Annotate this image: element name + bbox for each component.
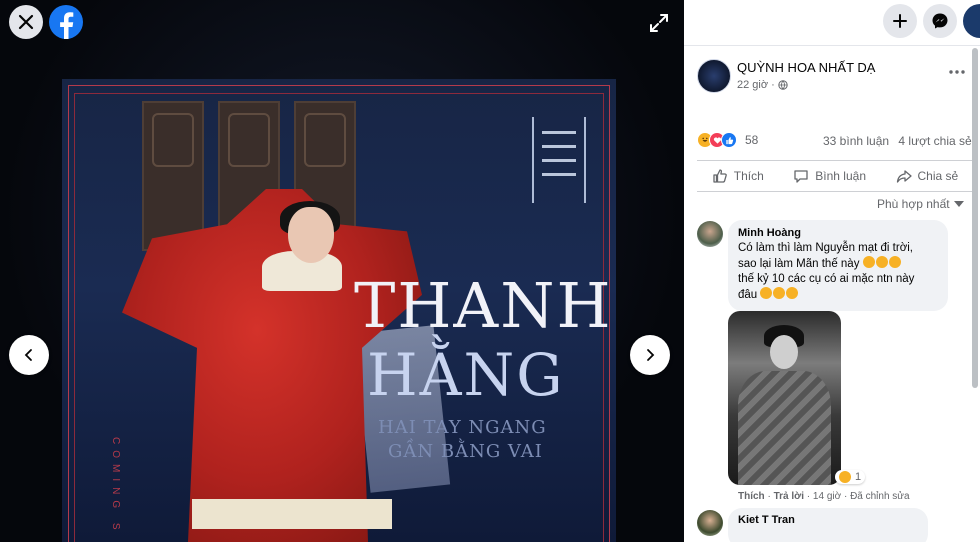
comment-bubble-icon <box>794 170 808 183</box>
post-actions-bar: Thích Bình luận Chia sẻ <box>697 160 973 192</box>
laughing-emoji-icon <box>786 287 799 299</box>
post-details-panel: QUỲNH HOA NHẤT DẠ 22 giờ · 58 33 bình lu… <box>684 0 980 542</box>
coming-soon-text: COMING S <box>110 437 121 536</box>
caret-down-icon <box>953 201 964 207</box>
globe-icon <box>778 80 788 90</box>
reaction-summary[interactable]: 58 <box>697 132 758 148</box>
comment-time[interactable]: 14 giờ <box>813 491 841 502</box>
comment-author-name[interactable]: Minh Hoàng <box>738 227 938 239</box>
messenger-button[interactable] <box>923 4 957 38</box>
comment-label: Bình luận <box>815 169 866 183</box>
post-time-text: 22 giờ <box>737 79 769 91</box>
post-stats: 33 bình luận 4 lượt chia sẻ <box>823 134 978 148</box>
panel-scrollbar[interactable] <box>972 48 978 388</box>
sad-reaction-icon <box>839 471 851 483</box>
comment-author-avatar[interactable] <box>697 221 723 247</box>
comment-line: sao lại làm Mãn thế này <box>738 256 938 272</box>
page-avatar[interactable] <box>697 59 731 93</box>
close-icon <box>18 14 34 30</box>
photo-subtitle-line2: GẦN BẰNG VAI <box>388 441 543 462</box>
dot-separator: · <box>771 79 775 91</box>
post-photo: COMING S THANH HẰNG HAI TAY NGANG GẦN BẰ… <box>62 79 616 542</box>
wood-screen-panel <box>142 101 204 251</box>
comment-edited-label: Đã chỉnh sửa <box>850 491 910 502</box>
thumbs-up-icon <box>713 169 727 183</box>
reaction-count: 58 <box>745 133 759 147</box>
comment-sort-dropdown[interactable]: Phù hợp nhất <box>877 197 964 211</box>
plus-icon <box>893 14 907 28</box>
more-dots-icon <box>949 70 965 74</box>
previous-photo-button[interactable] <box>9 335 49 375</box>
facebook-logo[interactable] <box>49 5 83 39</box>
fullscreen-button[interactable] <box>642 6 676 40</box>
sort-label: Phù hợp nhất <box>877 197 950 211</box>
comment-reply-link[interactable]: Trả lời <box>774 491 804 502</box>
facebook-f-icon <box>60 12 74 39</box>
like-button[interactable]: Thích <box>712 168 764 184</box>
next-photo-button[interactable] <box>630 335 670 375</box>
share-button[interactable]: Chia sẻ <box>896 168 959 184</box>
photo-viewer: COMING S THANH HẰNG HAI TAY NGANG GẦN BẰ… <box>0 0 684 542</box>
comment-count-link[interactable]: 33 bình luận <box>823 134 889 148</box>
laughing-emoji-icon <box>875 256 888 268</box>
comment-line: thế kỷ 10 các cụ có ai mặc ntn này <box>738 273 915 285</box>
messenger-icon <box>932 13 948 29</box>
account-avatar[interactable] <box>963 4 980 38</box>
laughing-emoji-icon <box>862 256 875 268</box>
share-count-link[interactable]: 4 lượt chia sẻ <box>898 134 971 148</box>
comment-author-avatar[interactable] <box>697 510 723 536</box>
comment-line: Có làm thì làm Nguyễn mạt đi trời, <box>738 242 913 254</box>
comment-button[interactable]: Bình luận <box>793 168 866 184</box>
comment-attached-photo[interactable] <box>728 311 841 485</box>
comment-text: Có làm thì làm Nguyễn mạt đi trời, sao l… <box>738 241 938 303</box>
close-button[interactable] <box>9 5 43 39</box>
share-label: Chia sẻ <box>917 169 959 183</box>
laughing-emoji-icon <box>773 287 786 299</box>
photo-robe <box>738 371 831 485</box>
like-label: Thích <box>733 169 764 183</box>
photo-subtitle-line1: HAI TAY NGANG <box>378 417 547 438</box>
expand-icon <box>650 14 668 32</box>
photo-title-line1: THANH <box>354 269 613 342</box>
brand-calligraphy-logo <box>532 117 586 203</box>
laughing-emoji-icon <box>760 287 773 299</box>
more-options-button[interactable] <box>947 64 967 80</box>
comment-meta: Thích · Trả lời · 14 giờ · Đã chỉnh sửa <box>738 491 910 502</box>
comment-reaction-count: 1 <box>855 471 862 483</box>
like-reaction-icon <box>721 132 737 148</box>
comment-bubble: Kiet T Tran <box>728 508 928 542</box>
photo-face <box>770 335 798 369</box>
laughing-emoji-icon <box>888 256 901 268</box>
panel-header <box>684 0 980 46</box>
create-button[interactable] <box>883 4 917 38</box>
photo-title-line2: HẰNG <box>367 341 565 409</box>
comment-reaction-badge[interactable]: 1 <box>835 470 866 484</box>
share-arrow-icon <box>896 170 912 183</box>
comment-line: đâu <box>738 287 938 303</box>
comment-like-link[interactable]: Thích <box>738 491 765 502</box>
post-timestamp[interactable]: 22 giờ · <box>737 79 788 91</box>
chevron-right-icon <box>647 349 655 361</box>
comment-author-name[interactable]: Kiet T Tran <box>738 514 918 526</box>
page-name[interactable]: QUỲNH HOA NHẤT DẠ <box>737 60 875 75</box>
chevron-left-icon <box>24 349 32 361</box>
model-face <box>288 207 334 263</box>
dress-hem <box>192 499 392 529</box>
comment-bubble: Minh Hoàng Có làm thì làm Nguyễn mạt đi … <box>728 220 948 311</box>
